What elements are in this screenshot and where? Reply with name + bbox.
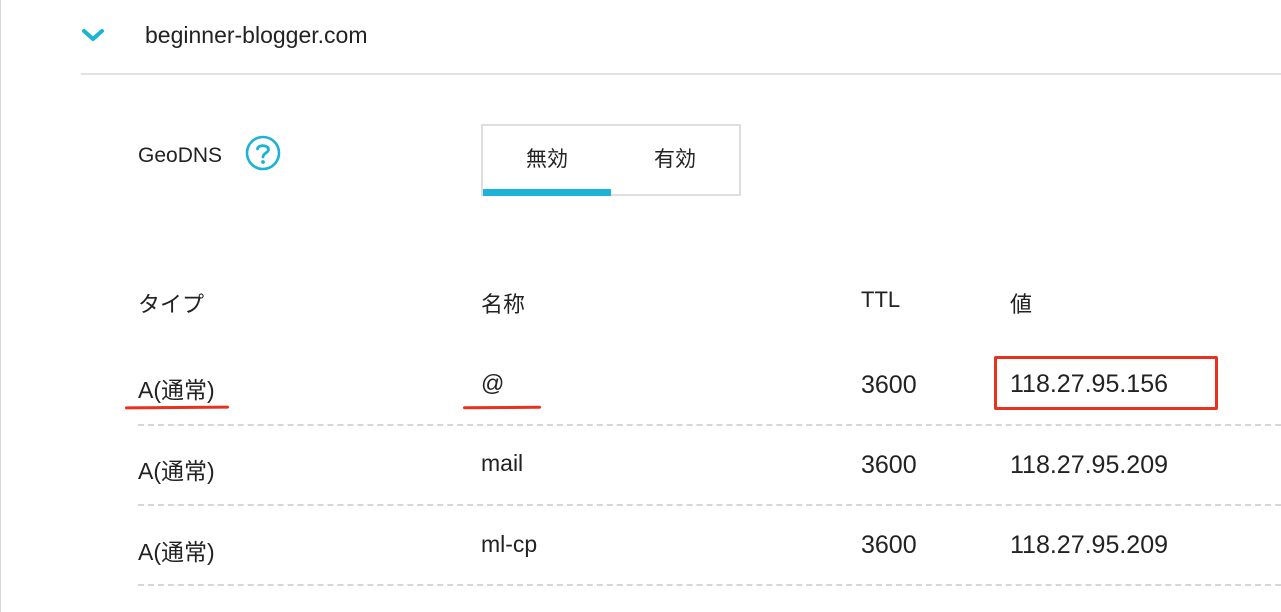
- panel-left-border: [0, 0, 1, 612]
- record-name: ml-cp: [481, 531, 538, 557]
- domain-header[interactable]: beginner-blogger.com: [81, 0, 1281, 75]
- geodns-option-enabled[interactable]: 有効: [611, 126, 739, 194]
- question-circle-icon[interactable]: [244, 134, 282, 172]
- column-header-ttl: TTL: [861, 287, 901, 312]
- column-header-type: タイプ: [138, 292, 205, 317]
- record-value: 118.27.95.209: [1010, 451, 1169, 479]
- chevron-down-icon[interactable]: [81, 26, 105, 44]
- record-value: 118.27.95.209: [1010, 531, 1169, 559]
- record-ttl: 3600: [861, 371, 917, 399]
- record-name: mail: [481, 450, 524, 476]
- row-divider: [138, 504, 1281, 506]
- record-type: A(通常): [138, 539, 215, 565]
- annotation-highlight-box: [994, 356, 1218, 410]
- geodns-toggle[interactable]: 無効 有効: [481, 124, 741, 196]
- geodns-label: GeoDNS: [138, 144, 223, 167]
- column-header-value: 値: [1010, 292, 1033, 317]
- annotation-underline-name: [462, 405, 542, 410]
- record-ttl: 3600: [861, 531, 917, 559]
- row-divider: [138, 424, 1281, 426]
- record-ttl: 3600: [861, 451, 917, 479]
- record-name: @: [481, 370, 505, 396]
- annotation-underline-type: [124, 405, 230, 410]
- record-type: A(通常): [138, 377, 215, 403]
- geodns-option-disabled[interactable]: 無効: [483, 126, 611, 196]
- column-header-name: 名称: [481, 292, 526, 317]
- record-type: A(通常): [138, 458, 215, 484]
- domain-name: beginner-blogger.com: [145, 22, 368, 48]
- row-divider: [138, 584, 1281, 586]
